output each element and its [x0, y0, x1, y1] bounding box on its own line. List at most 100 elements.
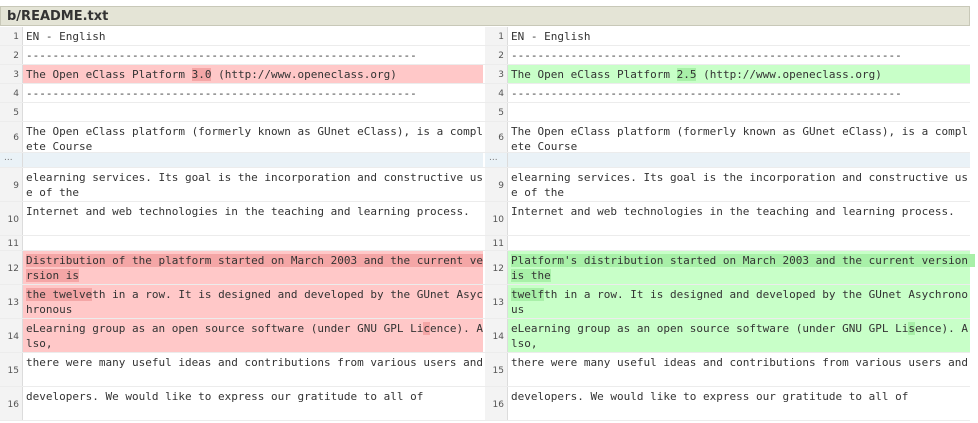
left-code-cell: Distribution of the platform started on …	[23, 251, 483, 285]
diff-row: 15 there were many useful ideas and contr…	[0, 353, 970, 387]
code-text: The Open eClass Platform	[511, 68, 677, 81]
code-text: Internet and web technologies in the tea…	[26, 205, 470, 218]
right-code-cell	[508, 153, 970, 168]
left-line-number: 15	[0, 353, 23, 387]
pane-gutter	[483, 387, 485, 421]
code-text: developers. We would like to express our…	[26, 390, 424, 403]
code-text: The Open eClass platform (formerly known…	[511, 125, 968, 153]
left-code-cell: elearning services. Its goal is the inco…	[23, 168, 483, 202]
diff-row: 3 The Open eClass Platform 3.0 (http://ww…	[0, 65, 970, 84]
pane-gutter	[483, 84, 485, 103]
line-number-text: 9	[498, 181, 504, 191]
right-line-number: ...	[485, 153, 508, 168]
file-header: b/README.txt	[0, 6, 970, 26]
left-line-number: 10	[0, 202, 23, 236]
code-text: EN - English	[511, 30, 591, 43]
line-number-text: ...	[4, 153, 13, 163]
row-divider	[0, 420, 970, 421]
diff-row: 55	[0, 103, 970, 122]
left-line-number: 3	[0, 65, 23, 84]
left-line-number: 5	[0, 103, 23, 122]
removed-text-highlight: Distribution of the platform started on …	[26, 254, 483, 282]
code-text: elearning services. Its goal is the inco…	[26, 171, 483, 199]
code-text: th in a row. It is designed and develope…	[26, 288, 483, 316]
pane-gutter	[483, 122, 485, 153]
right-line-number: 1	[485, 27, 508, 46]
pane-gutter	[483, 46, 485, 65]
left-code-cell: The Open eClass Platform 3.0 (http://www…	[23, 65, 483, 84]
diff-skip-row[interactable]: ......	[0, 153, 970, 168]
left-line-number: 16	[0, 387, 23, 421]
left-code-cell: EN - English	[23, 27, 483, 46]
code-text: Internet and web technologies in the tea…	[511, 205, 955, 218]
right-code-cell: twelfth in a row. It is designed and dev…	[508, 285, 970, 319]
line-number-text: 2	[498, 51, 504, 61]
removed-text-highlight: c	[423, 322, 430, 335]
left-code-cell	[23, 103, 483, 122]
left-line-number: 2	[0, 46, 23, 65]
line-number-text: 6	[13, 133, 19, 143]
right-line-number: 12	[485, 251, 508, 285]
code-text: EN - English	[26, 30, 106, 43]
line-number-text: 15	[492, 366, 504, 376]
code-text: developers. We would like to express our…	[511, 390, 909, 403]
right-code-cell: The Open eClass platform (formerly known…	[508, 122, 970, 153]
pane-gutter	[483, 236, 485, 251]
code-text: (http://www.openeclass.org)	[211, 68, 397, 81]
pane-gutter	[483, 353, 485, 387]
code-text: The Open eClass platform (formerly known…	[26, 125, 483, 153]
diff-row: 13 the twelveth in a row. It is designed …	[0, 285, 970, 319]
left-code-cell	[23, 153, 483, 168]
line-number-text: 16	[7, 400, 19, 410]
left-code-cell: there were many useful ideas and contrib…	[23, 353, 483, 387]
pane-gutter	[483, 153, 485, 168]
added-text-highlight: twelf	[511, 288, 545, 301]
right-code-cell	[508, 103, 970, 122]
left-line-number: 9	[0, 168, 23, 202]
line-number-text: 5	[13, 108, 19, 118]
line-number-text: 11	[492, 239, 504, 249]
left-line-number: 1	[0, 27, 23, 46]
added-text-highlight: 2.5	[676, 68, 697, 81]
added-text-highlight: s	[908, 322, 915, 335]
line-number-text: 16	[492, 400, 504, 410]
pane-gutter	[483, 251, 485, 285]
right-line-number: 15	[485, 353, 508, 387]
diff-viewer: b/README.txt 1 EN - English 1 EN - English 2…	[0, 0, 978, 421]
diff-row: 10 Internet and web technologies in the t…	[0, 202, 970, 236]
pane-gutter	[483, 103, 485, 122]
left-line-number: 13	[0, 285, 23, 319]
right-line-number: 13	[485, 285, 508, 319]
line-number-text: 12	[7, 264, 19, 274]
code-text: th in a row. It is designed and develope…	[511, 288, 968, 316]
line-number-text: 14	[492, 332, 504, 342]
left-code-cell: ----------------------------------------…	[23, 46, 483, 65]
right-code-cell: there were many useful ideas and contrib…	[508, 353, 970, 387]
line-number-text: 9	[13, 181, 19, 191]
diff-row: 11 11	[0, 236, 970, 251]
code-text: there were many useful ideas and contrib…	[511, 356, 968, 369]
right-code-cell: EN - English	[508, 27, 970, 46]
removed-text-highlight: 3.0	[191, 68, 212, 81]
right-line-number: 14	[485, 319, 508, 353]
diff-row: 16 developers. We would like to express o…	[0, 387, 970, 421]
code-text: ----------------------------------------…	[26, 49, 417, 62]
file-path: b/README.txt	[7, 9, 109, 24]
line-number-text: 3	[13, 70, 19, 80]
left-line-number: 4	[0, 84, 23, 103]
line-number-text: 10	[492, 215, 504, 225]
line-number-text: 1	[13, 32, 19, 42]
line-number-text: 3	[498, 70, 504, 80]
line-number-text: 15	[7, 366, 19, 376]
line-number-text: 4	[13, 89, 19, 99]
right-code-cell: developers. We would like to express our…	[508, 387, 970, 421]
diff-row: 1 EN - English 1 EN - English	[0, 27, 970, 46]
added-text-highlight: Platform's distribution started on March…	[511, 254, 975, 282]
right-code-cell	[508, 236, 970, 251]
line-number-text: 4	[498, 89, 504, 99]
left-code-cell: ----------------------------------------…	[23, 84, 483, 103]
left-code-cell	[23, 236, 483, 251]
diff-row: 9 elearning services. Its goal is the inc…	[0, 168, 970, 202]
line-number-text: 5	[498, 108, 504, 118]
right-line-number: 6	[485, 122, 508, 153]
